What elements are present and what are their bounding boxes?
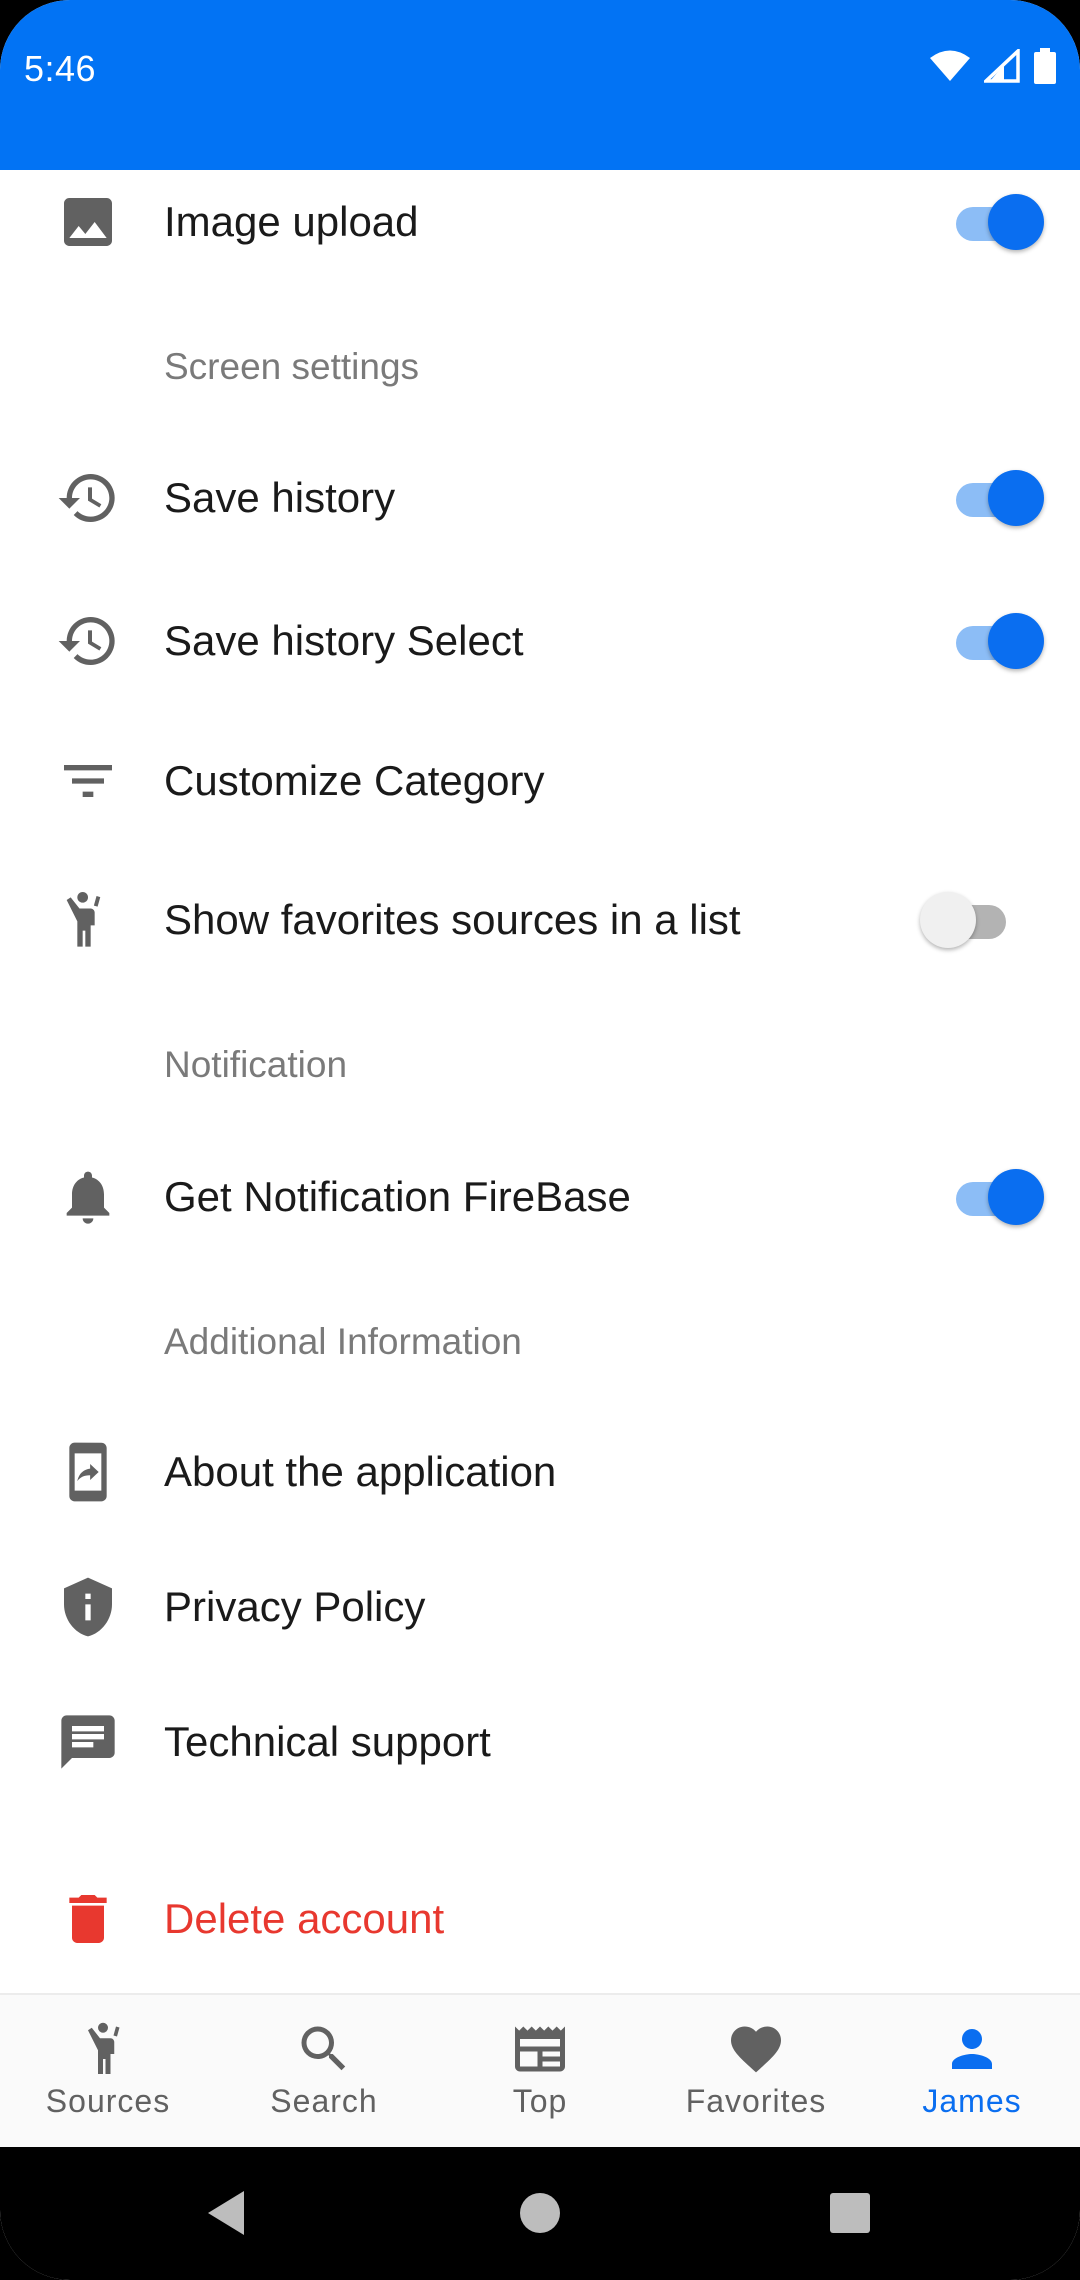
nav-sources[interactable]: Sources bbox=[0, 1995, 216, 2149]
section-header-notification: Notification bbox=[164, 1044, 348, 1085]
get-notification-row[interactable]: Get Notification FireBase bbox=[0, 1137, 1080, 1257]
show-favorites-row[interactable]: Show favorites sources in a list bbox=[0, 860, 1080, 980]
about-row[interactable]: About the application bbox=[0, 1412, 1080, 1532]
nav-favorites-label: Favorites bbox=[685, 2083, 827, 2119]
image-icon bbox=[56, 190, 120, 254]
delete-account-row[interactable]: Delete account bbox=[0, 1859, 1080, 1979]
about-label: About the application bbox=[164, 1448, 557, 1495]
show-favorites-label: Show favorites sources in a list bbox=[164, 896, 741, 943]
toggle-thumb bbox=[988, 613, 1044, 669]
nav-favorites[interactable]: Favorites bbox=[648, 1995, 864, 2149]
system-navigation-bar bbox=[0, 2147, 1080, 2280]
save-history-row[interactable]: Save history bbox=[0, 438, 1080, 558]
heart-icon bbox=[731, 2026, 781, 2073]
nav-top[interactable]: Top bbox=[432, 1995, 648, 2149]
customize-category-label: Customize Category bbox=[164, 757, 545, 804]
search-icon bbox=[301, 2026, 346, 2071]
filter-icon bbox=[56, 749, 120, 813]
trash-icon bbox=[56, 1887, 120, 1951]
get-notification-label: Get Notification FireBase bbox=[164, 1173, 631, 1220]
save-history-toggle[interactable] bbox=[948, 468, 1044, 528]
history-icon bbox=[56, 466, 120, 530]
person-icon bbox=[952, 2029, 992, 2069]
technical-support-row[interactable]: Technical support bbox=[0, 1682, 1080, 1802]
bottom-navigation: Sources Search Top Favorites James bbox=[0, 1993, 1080, 2149]
image-upload-label: Image upload bbox=[164, 198, 419, 245]
image-upload-toggle[interactable] bbox=[948, 192, 1044, 252]
chat-icon bbox=[56, 1710, 120, 1774]
wifi-icon bbox=[930, 50, 970, 81]
nav-sources-label: Sources bbox=[45, 2083, 171, 2119]
show-favorites-toggle[interactable] bbox=[920, 890, 1024, 950]
shield-info-icon bbox=[56, 1575, 120, 1639]
delete-account-label: Delete account bbox=[164, 1895, 445, 1942]
bell-icon bbox=[56, 1165, 120, 1229]
save-history-select-toggle[interactable] bbox=[948, 611, 1044, 671]
newspaper-icon bbox=[515, 2026, 565, 2072]
save-history-select-row[interactable]: Save history Select bbox=[0, 581, 1080, 701]
customize-category-row[interactable]: Customize Category bbox=[0, 721, 1080, 841]
person-wave-icon bbox=[56, 888, 120, 952]
phone-share-icon bbox=[56, 1440, 120, 1504]
privacy-policy-row[interactable]: Privacy Policy bbox=[0, 1547, 1080, 1667]
toggle-thumb bbox=[920, 892, 976, 948]
person-wave-icon bbox=[88, 2022, 120, 2074]
section-header-screen-settings: Screen settings bbox=[164, 346, 420, 387]
get-notification-toggle[interactable] bbox=[948, 1167, 1044, 1227]
settings-list: Image upload Screen settings Save histor… bbox=[0, 170, 1080, 1993]
signal-icon bbox=[984, 49, 1020, 83]
save-history-label: Save history bbox=[164, 474, 396, 521]
status-time: 5:46 bbox=[24, 48, 97, 89]
history-icon bbox=[56, 609, 120, 673]
privacy-policy-label: Privacy Policy bbox=[164, 1583, 426, 1630]
status-icons bbox=[930, 48, 1056, 84]
section-header-additional-information: Additional Information bbox=[164, 1321, 522, 1362]
toggle-thumb bbox=[988, 1169, 1044, 1225]
nav-search[interactable]: Search bbox=[216, 1995, 432, 2149]
nav-profile[interactable]: James bbox=[864, 1995, 1080, 2149]
nav-profile-label: James bbox=[922, 2083, 1022, 2119]
status-bar: 5:46 bbox=[0, 0, 1080, 170]
nav-search-label: Search bbox=[270, 2083, 378, 2119]
back-icon[interactable] bbox=[196, 2181, 260, 2245]
save-history-select-label: Save history Select bbox=[164, 617, 524, 664]
recents-icon[interactable] bbox=[818, 2181, 882, 2245]
screen: 5:46 Image upload Screen settings Save h… bbox=[0, 0, 1080, 2280]
nav-top-label: Top bbox=[512, 2083, 568, 2119]
home-icon[interactable] bbox=[508, 2181, 572, 2245]
toggle-thumb bbox=[988, 194, 1044, 250]
image-upload-row[interactable]: Image upload bbox=[0, 170, 1080, 282]
technical-support-label: Technical support bbox=[164, 1718, 491, 1765]
battery-icon bbox=[1034, 48, 1056, 84]
toggle-thumb bbox=[988, 470, 1044, 526]
